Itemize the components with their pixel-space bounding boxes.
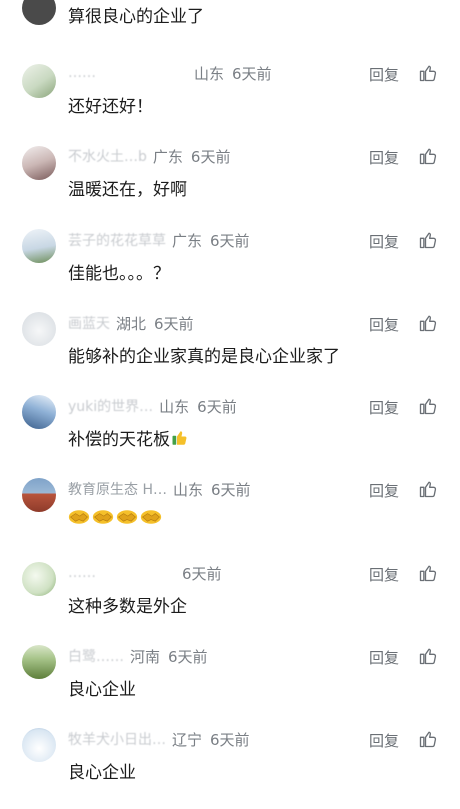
reply-button[interactable]: 回复 [369, 147, 399, 168]
like-icon[interactable] [418, 563, 438, 583]
avatar[interactable] [22, 562, 56, 596]
comment-time: 6天前 [190, 147, 231, 166]
handshake-emoji-icon [116, 510, 138, 524]
comment-content: 佳能也。。。？ [68, 264, 170, 284]
comment-content: 这种多数是外企 [68, 597, 187, 617]
comment-content: 良心企业 [68, 763, 136, 783]
avatar[interactable] [22, 229, 56, 263]
comment-time: 6天前 [168, 647, 208, 666]
like-icon[interactable] [418, 729, 438, 749]
avatar[interactable] [22, 478, 56, 512]
ip-location: 湖北 [116, 314, 147, 333]
reply-button[interactable]: 回复 [369, 730, 399, 751]
comment-time: 6天前 [182, 564, 222, 583]
comment-time: 6天前 [210, 231, 250, 250]
reply-button[interactable]: 回复 [369, 564, 399, 585]
username[interactable]: 画蓝天 [68, 313, 110, 333]
like-icon[interactable] [418, 63, 438, 83]
like-icon[interactable] [418, 396, 438, 416]
avatar[interactable] [22, 728, 56, 762]
comment-content: 还好还好！ [68, 97, 153, 117]
comment-text: 补偿的天花板 [68, 430, 170, 450]
comment-meta: …… 山东 6天前 [68, 62, 348, 84]
comment-item-9: 牧羊犬小日出… 辽宁 6天前 良心企业 回复 [0, 726, 460, 809]
comment-meta: 白鹭…… 河南 6天前 [68, 645, 348, 667]
comment-time: 6天前 [154, 314, 194, 333]
handshake-emoji-icon [68, 510, 90, 524]
comment-time: 6天前 [210, 730, 250, 749]
comment-item-7: …… 6天前 这种多数是外企 回复 [0, 560, 460, 643]
comment-item-5: yuki的世界… 山东 6天前 补偿的天花板 回复 [0, 393, 460, 476]
comment-time: 6天前 [197, 397, 237, 416]
comment-meta: …… 6天前 [68, 562, 348, 584]
ip-location: 河南 [130, 647, 161, 666]
avatar[interactable] [22, 395, 56, 429]
like-icon[interactable] [418, 313, 438, 333]
like-icon[interactable] [418, 646, 438, 666]
like-icon[interactable] [418, 230, 438, 250]
avatar[interactable] [22, 0, 56, 25]
comment-item-2: 不水火土…b 广东 6天前 温暖还在，好啊 回复 [0, 143, 460, 226]
username[interactable]: 教育原生态 H… [68, 479, 167, 499]
comment-meta: 芸子的花花草草 广东 6天前 [68, 229, 348, 251]
comment-item-6: 教育原生态 H… 山东 6天前 回复 [0, 476, 460, 559]
username[interactable]: …… [68, 65, 188, 81]
ip-location: 广东 [172, 231, 203, 250]
comment-content: 能够补的企业家真的是良心企业家了 [68, 347, 340, 367]
comment-meta: 牧羊犬小日出… 辽宁 6天前 [68, 728, 348, 750]
comment-list: 算很良心的企业了 …… 山东 6天前 还好还好！ 回复 不水火土…b 广东 6天… [0, 0, 460, 800]
thumbs-up-emoji-icon [172, 431, 187, 445]
ip-location: 广东 [152, 147, 183, 166]
comment-item-8: 白鹭…… 河南 6天前 良心企业 回复 [0, 643, 460, 726]
username[interactable]: 不水火土…b [68, 146, 147, 166]
reply-button[interactable]: 回复 [369, 314, 399, 335]
avatar[interactable] [22, 312, 56, 346]
comment-content: 温暖还在，好啊 [68, 180, 187, 200]
handshake-emoji-icon [140, 510, 162, 524]
comment-meta: 画蓝天 湖北 6天前 [68, 312, 348, 334]
like-icon[interactable] [418, 146, 438, 166]
comment-content: 补偿的天花板 [68, 425, 189, 450]
avatar[interactable] [22, 64, 56, 98]
comment-content: 良心企业 [68, 680, 136, 700]
comment-meta: 教育原生态 H… 山东 6天前 [68, 478, 348, 500]
ip-location: 山东 [172, 480, 203, 499]
comment-time: 6天前 [232, 64, 272, 83]
username[interactable]: 芸子的花花草草 [68, 230, 166, 250]
comment-meta: yuki的世界… 山东 6天前 [68, 395, 348, 417]
ip-location: 辽宁 [172, 730, 203, 749]
avatar[interactable] [22, 146, 56, 180]
reply-button[interactable]: 回复 [369, 480, 399, 501]
username[interactable]: 白鹭…… [68, 646, 124, 666]
comment-item-1: …… 山东 6天前 还好还好！ 回复 [0, 60, 460, 143]
reply-button[interactable]: 回复 [369, 397, 399, 418]
ip-location: 山东 [194, 64, 225, 83]
username[interactable]: yuki的世界… [68, 396, 153, 416]
reply-button[interactable]: 回复 [369, 231, 399, 252]
handshake-emoji-icon [92, 510, 114, 524]
comment-meta: 不水火土…b 广东 6天前 [68, 145, 348, 167]
avatar[interactable] [22, 645, 56, 679]
reply-button[interactable]: 回复 [369, 64, 399, 85]
like-icon[interactable] [418, 479, 438, 499]
comment-content [68, 508, 162, 531]
comment-item-3: 芸子的花花草草 广东 6天前 佳能也。。。？ 回复 [0, 227, 460, 310]
comment-content: 算很良心的企业了 [68, 7, 204, 27]
username[interactable]: 牧羊犬小日出… [68, 729, 166, 749]
handshake-emoji-row [68, 508, 162, 526]
username[interactable]: …… [68, 565, 168, 581]
comment-time: 6天前 [211, 480, 251, 499]
comment-item-4: 画蓝天 湖北 6天前 能够补的企业家真的是良心企业家了 回复 [0, 310, 460, 393]
reply-button[interactable]: 回复 [369, 647, 399, 668]
ip-location: 山东 [159, 397, 190, 416]
